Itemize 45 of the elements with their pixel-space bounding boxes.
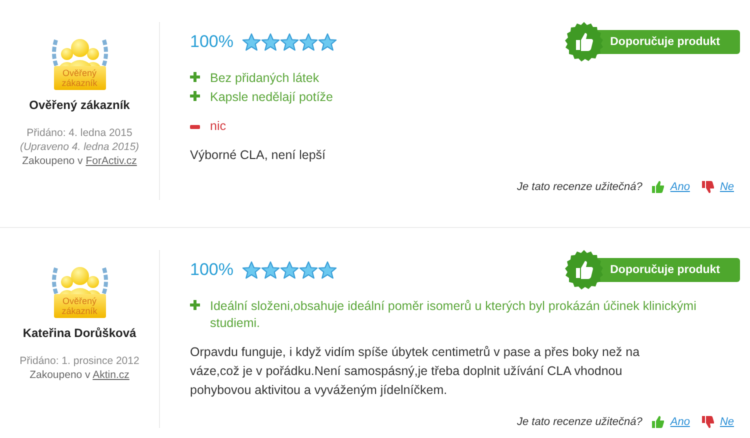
review-text: Orpavdu funguje, i když vidím spíše úbytek centimetrů v pase a přes boky než na váze,což je v pořádku.Není samospásný,je třeba doplnit užívání CLA vhodnou pohybovou aktivitou a vyváženým jídelníčkem. — [190, 344, 641, 399]
star-icon — [242, 260, 262, 280]
plus-icon — [190, 300, 200, 310]
rating-percent: 100% — [190, 260, 234, 280]
edited-date: (Upraveno 4. ledna 2015) — [20, 140, 140, 154]
thumbs-down-icon — [702, 416, 714, 428]
yes-link[interactable]: Ano — [670, 181, 690, 193]
added-date: Přidáno: 1. prosince 2012 — [20, 354, 140, 368]
star-icon — [299, 260, 318, 280]
thumbs-up-icon — [564, 22, 604, 62]
shop-link[interactable]: ForActiv.cz — [86, 155, 137, 167]
verified-badge: Ověřený zákazník — [54, 66, 106, 90]
plus-icon — [190, 72, 200, 82]
star-icon — [299, 32, 318, 52]
star-icon — [318, 260, 338, 280]
thumbs-down-icon — [702, 181, 714, 193]
pro-text: Kapsle nedělají potíže — [210, 89, 334, 106]
thumbs-up-icon — [652, 416, 664, 428]
helpful-question: Je tato recenze užitečná? — [517, 416, 642, 428]
yes-link[interactable]: Ano — [670, 416, 690, 428]
star-icon — [280, 260, 300, 280]
review-text: Výborné CLA, není lepší — [190, 147, 326, 164]
helpful-question: Je tato recenze užitečná? — [517, 181, 642, 193]
pro-text: Ideální složeni,obsahuje ideální poměr isomerů u kterých byl prokázán účinek klinickými studiemi. — [210, 298, 698, 332]
added-date: Přidáno: 4. ledna 2015 — [26, 126, 134, 140]
no-link[interactable]: Ne — [720, 416, 734, 428]
con-text: nic — [210, 118, 226, 135]
no-link[interactable]: Ne — [720, 181, 734, 193]
star-icon — [318, 32, 338, 52]
purchased-label: Zakoupeno v — [22, 155, 83, 167]
star-icon — [242, 32, 262, 52]
purchased-label: Zakoupeno v — [30, 369, 90, 381]
author-name: Ověřený zákazník — [29, 98, 130, 112]
thumbs-up-icon — [652, 181, 664, 193]
shop-link[interactable]: Aktin.cz — [92, 369, 130, 381]
star-icon — [261, 32, 280, 52]
pro-text: Bez přidaných látek — [210, 70, 320, 87]
rating-percent: 100% — [190, 32, 234, 52]
star-icon — [280, 32, 300, 52]
thumbs-up-icon — [564, 250, 604, 290]
star-icon — [261, 260, 280, 280]
plus-icon — [190, 91, 200, 101]
author-name: Kateřina Dorůšková — [22, 326, 136, 340]
verified-badge: Ověřený zákazník — [54, 294, 106, 318]
minus-icon — [190, 124, 200, 128]
